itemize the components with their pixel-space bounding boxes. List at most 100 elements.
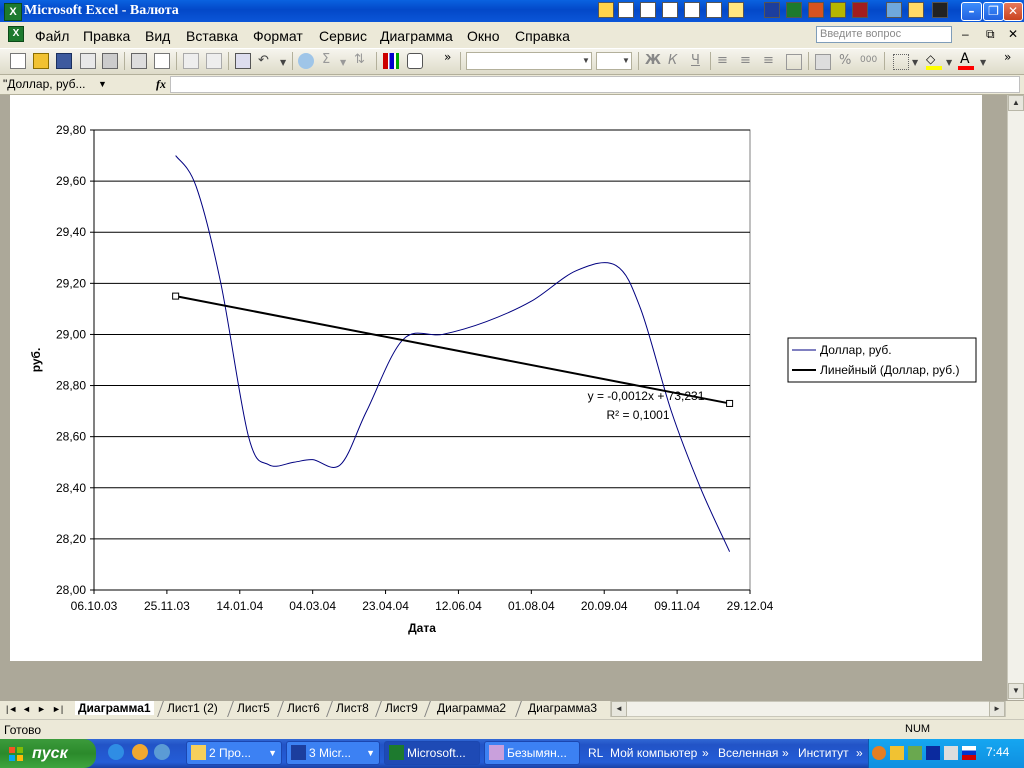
first-sheet-button[interactable]: |◄: [6, 704, 17, 714]
tab-sheet5[interactable]: Лист5: [237, 701, 270, 715]
horizontal-scrollbar[interactable]: ◄ ►: [610, 701, 1006, 717]
menu-format[interactable]: Формат: [253, 28, 303, 44]
word-icon[interactable]: [764, 2, 780, 18]
spelling-icon[interactable]: [154, 53, 170, 69]
thousands-icon[interactable]: 000: [860, 55, 877, 65]
toolbar-overflow-icon[interactable]: »: [444, 50, 451, 64]
formula-input[interactable]: [170, 76, 1020, 93]
menu-edit[interactable]: Правка: [83, 28, 130, 44]
task-paint[interactable]: Безымян...: [484, 741, 580, 765]
calendar-icon[interactable]: [640, 2, 656, 18]
restore-button[interactable]: ❐: [983, 2, 1004, 21]
menu-chart[interactable]: Диаграмма: [380, 28, 453, 44]
tab-sheet9[interactable]: Лист9: [385, 701, 418, 715]
name-box[interactable]: "Доллар, руб...: [3, 77, 86, 91]
scroll-left-button[interactable]: ◄: [611, 701, 627, 717]
scroll-down-button[interactable]: ▼: [1008, 683, 1024, 699]
media-player-icon[interactable]: [132, 744, 148, 760]
chevron-down-icon[interactable]: ▼: [98, 79, 107, 89]
note-icon[interactable]: [706, 2, 722, 18]
last-sheet-button[interactable]: ►|: [52, 704, 63, 714]
doc-restore-button[interactable]: ⧉: [986, 27, 995, 42]
undo-dropdown-icon[interactable]: ▼: [280, 58, 286, 67]
underline-icon[interactable]: Ч: [691, 53, 700, 68]
print-icon[interactable]: [131, 53, 147, 69]
new-icon[interactable]: [10, 53, 26, 69]
font-color-icon[interactable]: A: [960, 51, 970, 67]
help-search-input[interactable]: Введите вопрос: [816, 26, 952, 43]
menu-insert[interactable]: Вставка: [186, 28, 238, 44]
menu-help[interactable]: Справка: [515, 28, 570, 44]
format-painter-icon[interactable]: [206, 53, 222, 69]
task-icon[interactable]: [662, 2, 678, 18]
toolbar-link-my-computer[interactable]: Мой компьютер: [610, 746, 697, 760]
contact-icon[interactable]: [684, 2, 700, 18]
tray-app-icon[interactable]: [890, 746, 904, 760]
excel-icon[interactable]: X: [4, 3, 22, 21]
tab-sheet6[interactable]: Лист6: [287, 701, 320, 715]
office-tools-icon[interactable]: [886, 2, 902, 18]
tab-diagram2[interactable]: Диаграмма2: [437, 701, 506, 715]
outlook-mail-icon[interactable]: [618, 2, 634, 18]
task-excel[interactable]: Microsoft...: [384, 741, 480, 765]
save-icon[interactable]: [56, 53, 72, 69]
chart-wizard-icon[interactable]: [235, 53, 251, 69]
folder-icon[interactable]: [908, 2, 924, 18]
menu-file[interactable]: Файл: [35, 28, 69, 44]
toolbar-overflow-icon[interactable]: »: [702, 746, 709, 760]
tab-diagram1[interactable]: Диаграмма1: [75, 701, 154, 715]
toolbar-link-universe[interactable]: Вселенная: [718, 746, 778, 760]
powerpoint-icon[interactable]: [808, 2, 824, 18]
fill-color-icon[interactable]: ◇: [926, 53, 942, 65]
help-icon[interactable]: [407, 53, 423, 69]
toolbar-overflow-icon[interactable]: »: [856, 746, 863, 760]
prev-sheet-button[interactable]: ◄: [22, 704, 31, 714]
tray-network-icon[interactable]: [908, 746, 922, 760]
menu-view[interactable]: Вид: [145, 28, 170, 44]
tab-diagram3[interactable]: Диаграмма3: [528, 701, 597, 715]
toolbar-link-rl[interactable]: RL: [588, 746, 603, 760]
volume-icon[interactable]: [944, 746, 958, 760]
office-bar-icon[interactable]: [598, 2, 614, 18]
percent-icon[interactable]: %: [839, 53, 851, 68]
excel-icon[interactable]: [786, 2, 802, 18]
sort-icon[interactable]: ⇅: [354, 52, 365, 67]
toolbar-link-institute[interactable]: Институт: [798, 746, 849, 760]
ie-icon[interactable]: [108, 744, 124, 760]
font-name-select[interactable]: [466, 52, 592, 70]
language-flag-icon[interactable]: [962, 746, 976, 760]
tray-media-icon[interactable]: [926, 746, 940, 760]
italic-icon[interactable]: К: [668, 53, 677, 68]
line-chart[interactable]: 28,00 28,20 28,40 28,60 28,80 29,00 29,20 29,40…: [10, 95, 982, 661]
bold-icon[interactable]: Ж: [645, 53, 661, 68]
outlook-express-icon[interactable]: [154, 744, 170, 760]
align-left-icon[interactable]: ≡: [717, 53, 728, 68]
minimize-button[interactable]: –: [961, 2, 982, 21]
toolbar-overflow-icon[interactable]: »: [782, 746, 789, 760]
undo-icon[interactable]: ↶: [258, 53, 269, 68]
scroll-right-button[interactable]: ►: [989, 701, 1005, 717]
menu-window[interactable]: Окно: [467, 28, 500, 44]
next-sheet-button[interactable]: ►: [37, 704, 46, 714]
task-explorer[interactable]: 2 Про... ▼: [186, 741, 282, 765]
print-preview-icon[interactable]: [102, 53, 118, 69]
monitor-icon[interactable]: [932, 2, 948, 18]
journal-icon[interactable]: [728, 2, 744, 18]
hyperlink-icon[interactable]: [298, 53, 314, 69]
task-word[interactable]: 3 Micr... ▼: [286, 741, 380, 765]
autosum-dropdown-icon[interactable]: ▼: [340, 58, 346, 67]
borders-dropdown-icon[interactable]: ▼: [912, 58, 918, 67]
tray-expand-icon[interactable]: [872, 746, 886, 760]
tab-sheet1-copy[interactable]: Лист1 (2): [167, 701, 218, 715]
close-button[interactable]: ✕: [1003, 2, 1023, 21]
permission-icon[interactable]: [80, 53, 96, 69]
fill-color-dropdown-icon[interactable]: ▼: [946, 58, 952, 67]
align-center-icon[interactable]: ≡: [740, 53, 751, 68]
doc-close-button[interactable]: ✕: [1008, 27, 1018, 41]
menu-tools[interactable]: Сервис: [319, 28, 367, 44]
access-icon[interactable]: [852, 2, 868, 18]
tab-sheet8[interactable]: Лист8: [336, 701, 369, 715]
toolbar-overflow-icon[interactable]: »: [1004, 50, 1011, 64]
chart-area[interactable]: 28,00 28,20 28,40 28,60 28,80 29,00 29,20 29,40…: [10, 95, 982, 661]
open-icon[interactable]: [33, 53, 49, 69]
